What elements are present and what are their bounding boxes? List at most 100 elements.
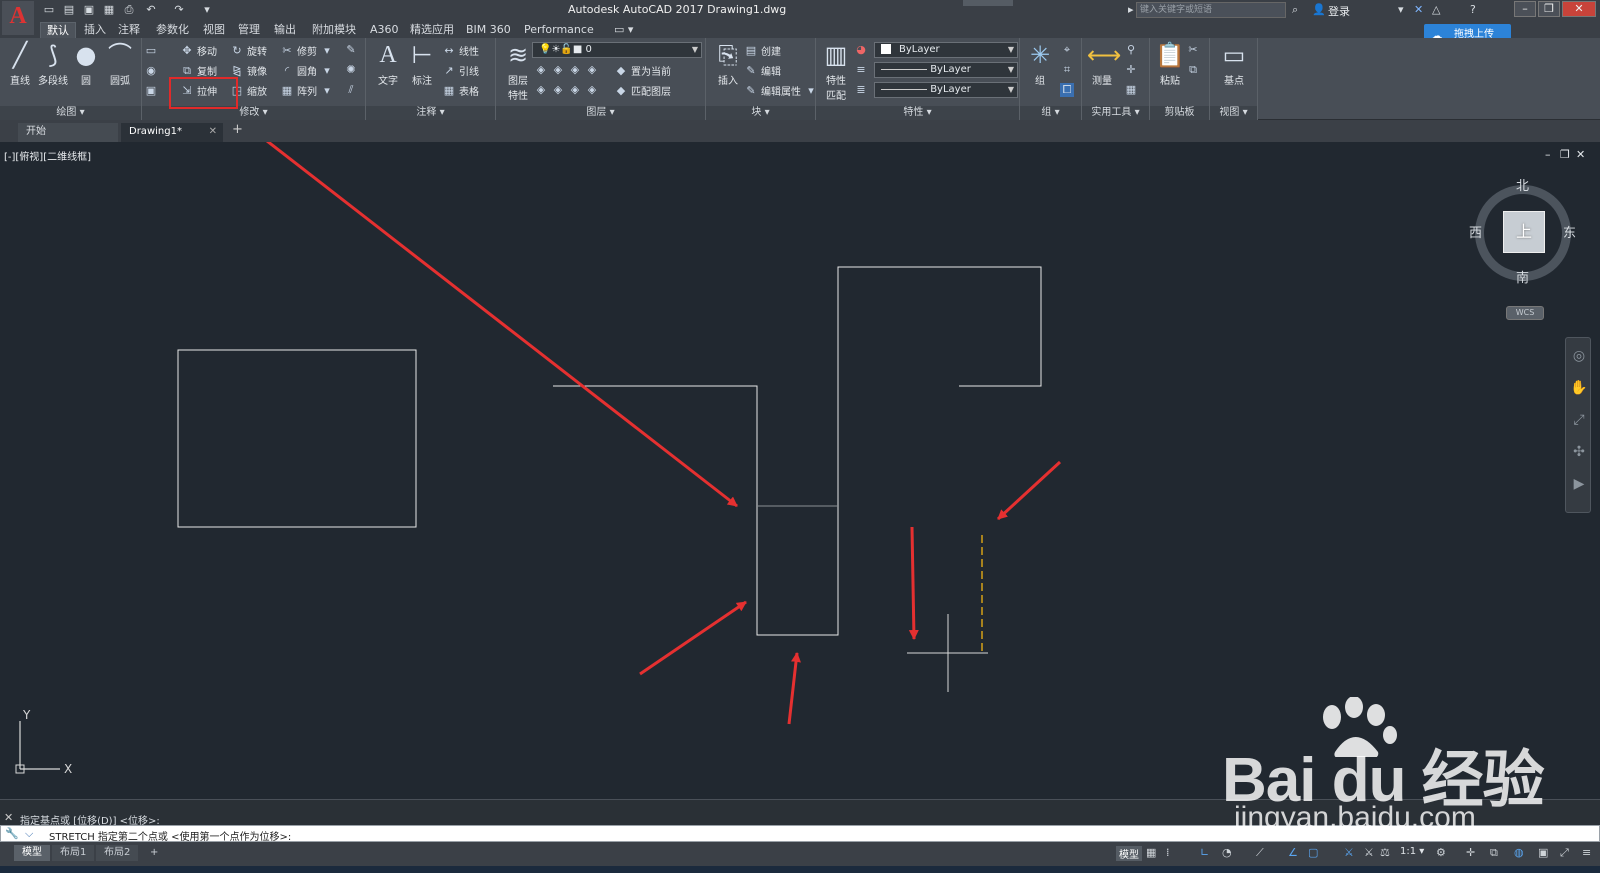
add-scale-icon[interactable]: ✛ [1466, 846, 1475, 859]
qat-dropdown-icon[interactable]: ▾ [200, 3, 214, 17]
copy-tool[interactable]: ⧉ 复制 [180, 63, 217, 79]
binoculars-icon[interactable]: ⌕ [1292, 3, 1298, 17]
panel-view-title[interactable]: 视图 ▾ [1210, 106, 1257, 120]
tab-a360[interactable]: A360 [364, 22, 405, 38]
edit-attributes-tool[interactable]: ✎ 编辑属性 ▾ [744, 83, 818, 99]
calculator-tool[interactable]: ▦ [1124, 83, 1138, 97]
status-model-space[interactable]: 模型 [1116, 846, 1142, 861]
measure-tool[interactable]: ⟷ 测量 [1082, 40, 1122, 87]
grid-icon[interactable]: ▦ [1146, 846, 1156, 859]
explode-tool[interactable]: ✺ [344, 63, 358, 77]
quick-select-tool[interactable]: ⚲ [1124, 43, 1138, 57]
paste-tool[interactable]: 📋 粘贴 [1150, 40, 1190, 87]
rotate-tool[interactable]: ↻ 旋转 [230, 43, 267, 59]
linetype-dropdown[interactable]: ByLayer ▼ [874, 62, 1018, 78]
clean-screen-icon[interactable]: ⤢ [1560, 846, 1569, 860]
layout-tab-layout2[interactable]: 布局2 [96, 845, 139, 861]
tab-manage[interactable]: 管理 [232, 22, 266, 38]
close-icon[interactable]: ✕ [4, 811, 13, 824]
make-current-tool[interactable]: ◆ 置为当前 [614, 63, 671, 79]
dimension-tool[interactable]: ⊢ 标注 [402, 40, 442, 87]
panel-layers-title[interactable]: 图层 ▾ [496, 106, 705, 120]
ribbon-toggle-icon[interactable]: ▭ ▾ [608, 22, 639, 38]
lineweight-dropdown[interactable]: ByLayer ▼ [874, 82, 1018, 98]
isolate-objects-icon[interactable]: ◍ [1514, 846, 1524, 859]
panel-utilities-title[interactable]: 实用工具 ▾ [1082, 106, 1149, 120]
edit-block-tool[interactable]: ✎ 编辑 [744, 63, 781, 79]
mirror-tool[interactable]: ⧎ 镜像 [230, 63, 267, 79]
application-menu-logo[interactable]: A [2, 1, 34, 35]
wrench-icon[interactable]: 🔧 [5, 827, 19, 840]
copy-clip-tool[interactable]: ⧉ [1186, 63, 1200, 77]
polar-icon[interactable]: ◔ [1222, 846, 1232, 859]
viewport-minimize-icon[interactable]: – [1545, 148, 1551, 161]
hardware-acceleration-icon[interactable]: ▣ [1538, 846, 1548, 859]
auto-scale-icon[interactable]: ⚔ [1364, 846, 1374, 859]
tab-performance[interactable]: Performance [518, 22, 600, 38]
layer-tools-row1[interactable]: ◈ ◈ ◈ ◈ [534, 63, 599, 77]
tab-featured-apps[interactable]: 精选应用 [404, 22, 460, 38]
annotation-visibility-icon[interactable]: ⚔ [1344, 846, 1354, 859]
tab-addins[interactable]: 附加模块 [306, 22, 362, 38]
file-tab-start[interactable]: 开始 [18, 123, 118, 142]
offset-tool[interactable]: ⫽ [344, 83, 358, 97]
tab-default[interactable]: 默认 [40, 22, 76, 38]
file-tab-drawing[interactable]: Drawing1* ✕ [121, 123, 223, 142]
redo-icon[interactable]: ↷ [172, 3, 186, 17]
fillet-tool[interactable]: ◜ 圆角 ▾ [280, 63, 334, 79]
move-tool[interactable]: ✥ 移动 [180, 43, 217, 59]
compass-west[interactable]: 西 [1469, 222, 1482, 241]
trim-dropdown-icon[interactable]: ▾ [320, 44, 334, 58]
stretch-polyline[interactable] [553, 266, 1042, 636]
match-properties-tool[interactable]: ▥ 特性 匹配 [816, 40, 856, 102]
open-file-icon[interactable]: ▤ [62, 3, 76, 17]
workspace-gear-icon[interactable]: ⚙ [1436, 846, 1446, 859]
command-prompt-icon[interactable]: ⌵ [25, 827, 33, 841]
array-tool[interactable]: ▦ 阵列 ▾ [280, 83, 334, 99]
compass-north[interactable]: 北 [1516, 175, 1529, 194]
rectangle-shape[interactable] [177, 349, 417, 528]
compass-south[interactable]: 南 [1516, 267, 1529, 286]
help-search-input[interactable]: 键入关键字或短语 [1136, 2, 1286, 18]
trim-tool[interactable]: ✂ 修剪 ▾ [280, 43, 334, 59]
panel-properties-title[interactable]: 特性 ▾ [816, 106, 1019, 120]
viewcube[interactable]: 上 北 南 西 东 [1469, 175, 1576, 287]
save-as-icon[interactable]: ▦ [102, 3, 116, 17]
orbit-icon[interactable]: ✣ [1570, 444, 1588, 460]
table-tool[interactable]: ▦ 表格 [442, 83, 479, 99]
restore-button[interactable]: ❐ [1538, 1, 1560, 17]
group-tool[interactable]: ✳ 组 [1020, 40, 1060, 87]
leader-tool[interactable]: ↗ 引线 [442, 63, 479, 79]
color-dropdown[interactable]: ByLayer ▼ [874, 42, 1018, 58]
new-file-icon[interactable]: ▭ [42, 3, 56, 17]
group-select-tool[interactable]: ⧠ [1060, 83, 1074, 97]
customization-menu-icon[interactable]: ≡ [1582, 846, 1591, 859]
units-icon[interactable]: ⧉ [1490, 846, 1498, 860]
steering-wheel-icon[interactable]: ◎ [1570, 348, 1588, 364]
match-layer-tool[interactable]: ◆ 匹配图层 [614, 83, 671, 99]
viewcube-top-face[interactable]: 上 [1503, 211, 1545, 253]
ungroup-tool[interactable]: ⌖ [1060, 43, 1074, 57]
panel-block-title[interactable]: 块 ▾ [706, 106, 815, 120]
panel-groups-title[interactable]: 组 ▾ [1020, 106, 1081, 120]
user-icon[interactable]: 👤 [1312, 3, 1326, 17]
a360-icon[interactable]: △ [1432, 3, 1440, 17]
pan-hand-icon[interactable]: ✋ [1570, 380, 1588, 396]
undo-icon[interactable]: ↶ [144, 3, 158, 17]
wcs-menu-button[interactable]: WCS [1506, 306, 1544, 320]
panel-annotation-title[interactable]: 注释 ▾ [366, 106, 495, 120]
ortho-icon[interactable]: ∟ [1200, 846, 1209, 859]
layer-tools-row2[interactable]: ◈ ◈ ◈ ◈ [534, 83, 599, 97]
tab-output[interactable]: 输出 [268, 22, 302, 38]
login-link[interactable]: 登录 [1328, 3, 1350, 19]
point-tool[interactable]: ✛ [1124, 63, 1138, 77]
layer-dropdown[interactable]: 💡☀🔓■ 0 ▼ [532, 42, 702, 58]
search-arrow-icon[interactable]: ▸ [1128, 3, 1134, 17]
viewport-close-icon[interactable]: ✕ [1576, 148, 1585, 161]
group-edit-tool[interactable]: ⌗ [1060, 63, 1074, 77]
help-icon[interactable]: ? [1470, 3, 1476, 17]
add-layout-icon[interactable]: + [142, 845, 166, 861]
tab-bim360[interactable]: BIM 360 [460, 22, 517, 38]
layout-tab-layout1[interactable]: 布局1 [52, 845, 95, 861]
annotation-scale-value[interactable]: 1:1 ▾ [1400, 846, 1424, 857]
